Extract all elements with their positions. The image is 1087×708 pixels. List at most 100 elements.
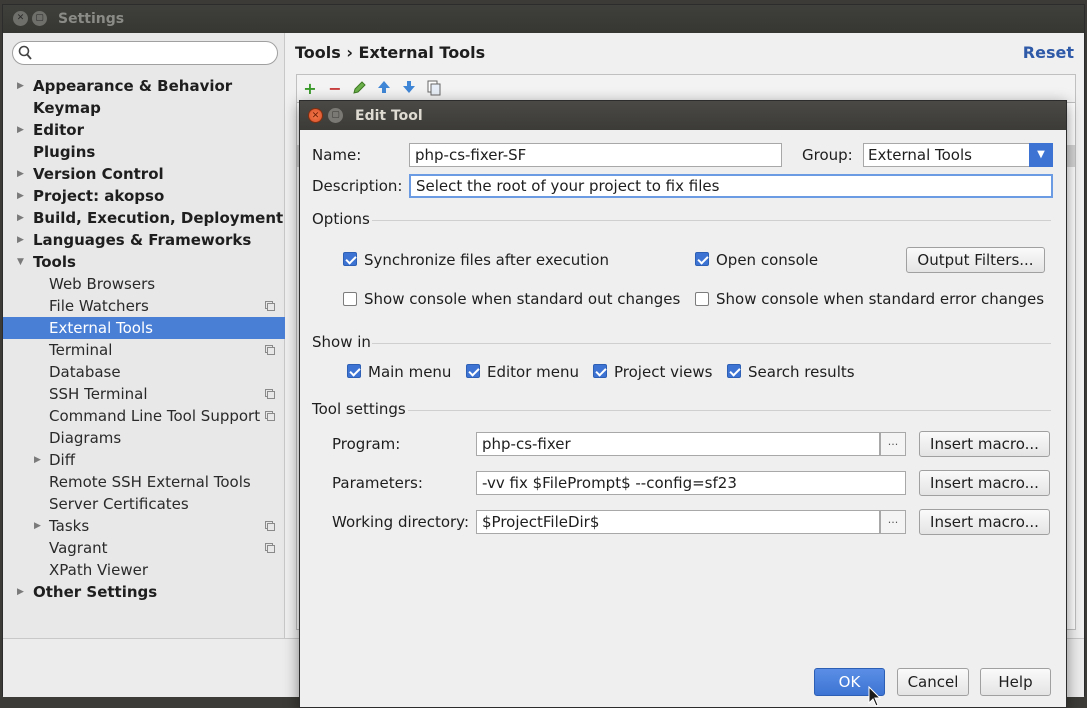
sidebar-item-label: Other Settings: [33, 583, 158, 601]
sidebar-item-terminal[interactable]: Terminal: [3, 339, 285, 361]
sidebar-item-database[interactable]: Database: [3, 361, 285, 383]
sidebar-item-remote-ssh-external-tools[interactable]: Remote SSH External Tools: [3, 471, 285, 493]
working-directory-label: Working directory:: [332, 513, 470, 531]
settings-search[interactable]: [12, 41, 278, 65]
sidebar-item-web-browsers[interactable]: Web Browsers: [3, 273, 285, 295]
editor-menu-label[interactable]: Editor menu: [487, 363, 579, 381]
editor-menu-checkbox[interactable]: [466, 364, 480, 378]
sidebar-item-label: Project: akopso: [33, 187, 165, 205]
program-field[interactable]: php-cs-fixer: [476, 432, 880, 456]
chevron-right-icon[interactable]: ▶: [17, 163, 24, 185]
open-console-label[interactable]: Open console: [716, 251, 818, 269]
options-section-title: Options: [312, 210, 370, 228]
sidebar-item-editor[interactable]: ▶ Editor: [3, 119, 285, 141]
output-filters-button[interactable]: Output Filters...: [906, 247, 1045, 273]
search-input[interactable]: [37, 44, 267, 62]
settings-close-icon[interactable]: ✕: [13, 11, 28, 26]
project-views-checkbox[interactable]: [593, 364, 607, 378]
reset-link[interactable]: Reset: [1023, 43, 1074, 62]
chevron-right-icon[interactable]: ▶: [17, 75, 24, 97]
sidebar-item-tools[interactable]: ▼ Tools: [3, 251, 285, 273]
sidebar-item-label: Vagrant: [49, 539, 108, 557]
chevron-right-icon[interactable]: ▶: [17, 207, 24, 229]
description-field[interactable]: Select the root of your project to fix f…: [409, 174, 1053, 198]
move-down-icon[interactable]: [400, 80, 418, 98]
copy-icon[interactable]: [425, 80, 443, 98]
sidebar-item-label: Web Browsers: [49, 275, 156, 293]
sidebar-item-build-execution-deployment[interactable]: ▶ Build, Execution, Deployment: [3, 207, 285, 229]
chevron-right-icon[interactable]: ▶: [34, 515, 41, 537]
sidebar-item-command-line-tool-support[interactable]: Command Line Tool Support: [3, 405, 285, 427]
sidebar-item-diff[interactable]: ▶ Diff: [3, 449, 285, 471]
remove-icon[interactable]: −: [326, 80, 344, 98]
parameters-insert-macro-button[interactable]: Insert macro...: [919, 470, 1050, 496]
show-console-out-checkbox[interactable]: [343, 292, 357, 306]
sidebar-item-label: Command Line Tool Support: [49, 407, 261, 425]
chevron-right-icon[interactable]: ▶: [34, 449, 41, 471]
sync-files-checkbox[interactable]: [343, 252, 357, 266]
sync-files-label[interactable]: Synchronize files after execution: [364, 251, 609, 269]
working-directory-insert-macro-button[interactable]: Insert macro...: [919, 509, 1050, 535]
group-label: Group:: [802, 146, 853, 164]
breadcrumb: Tools › External Tools: [295, 43, 486, 62]
project-views-label[interactable]: Project views: [614, 363, 712, 381]
sidebar-item-appearance-behavior[interactable]: ▶ Appearance & Behavior: [3, 75, 285, 97]
name-field[interactable]: php-cs-fixer-SF: [409, 143, 782, 167]
sidebar-item-languages-frameworks[interactable]: ▶ Languages & Frameworks: [3, 229, 285, 251]
settings-title: Settings: [58, 11, 125, 27]
chevron-right-icon[interactable]: ▶: [17, 229, 24, 251]
edit-icon[interactable]: [350, 80, 368, 98]
chevron-down-icon[interactable]: ▼: [1029, 143, 1053, 167]
settings-maximize-icon[interactable]: ▢: [32, 11, 47, 26]
sidebar-item-label: Appearance & Behavior: [33, 77, 233, 95]
sidebar-item-diagrams[interactable]: Diagrams: [3, 427, 285, 449]
sidebar-item-file-watchers[interactable]: File Watchers: [3, 295, 285, 317]
group-select[interactable]: External Tools ▼: [863, 143, 1053, 167]
program-insert-macro-button[interactable]: Insert macro...: [919, 431, 1050, 457]
open-console-checkbox[interactable]: [695, 252, 709, 266]
sidebar-item-external-tools[interactable]: External Tools: [3, 317, 285, 339]
sidebar-item-ssh-terminal[interactable]: SSH Terminal: [3, 383, 285, 405]
help-button[interactable]: Help: [980, 668, 1051, 696]
sidebar-item-plugins[interactable]: Plugins: [3, 141, 285, 163]
project-level-icon: [265, 389, 275, 399]
sidebar-item-label: Terminal: [49, 341, 113, 359]
show-in-divider: [372, 343, 1051, 344]
add-icon[interactable]: +: [301, 80, 319, 98]
main-menu-checkbox[interactable]: [347, 364, 361, 378]
chevron-right-icon[interactable]: ▶: [17, 185, 24, 207]
chevron-right-icon[interactable]: ▶: [17, 119, 24, 141]
move-up-icon[interactable]: [375, 80, 393, 98]
sidebar-item-xpath-viewer[interactable]: XPath Viewer: [3, 559, 285, 581]
sidebar-item-keymap[interactable]: Keymap: [3, 97, 285, 119]
sidebar-item-version-control[interactable]: ▶ Version Control: [3, 163, 285, 185]
main-menu-label[interactable]: Main menu: [368, 363, 451, 381]
parameters-field[interactable]: -vv fix $FilePrompt$ --config=sf23: [476, 471, 906, 495]
project-level-icon: [265, 543, 275, 553]
chevron-right-icon[interactable]: ▶: [17, 581, 24, 603]
project-level-icon: [265, 521, 275, 531]
show-console-out-label[interactable]: Show console when standard out changes: [364, 290, 680, 308]
cancel-button[interactable]: Cancel: [897, 668, 969, 696]
dialog-maximize-icon[interactable]: ▢: [328, 108, 343, 123]
sidebar-item-vagrant[interactable]: Vagrant: [3, 537, 285, 559]
project-level-icon: [265, 301, 275, 311]
dialog-titlebar: ✕ ▢ Edit Tool: [300, 101, 1066, 130]
parameters-label: Parameters:: [332, 474, 423, 492]
show-console-err-label[interactable]: Show console when standard error changes: [716, 290, 1044, 308]
sidebar-item-label: XPath Viewer: [49, 561, 148, 579]
chevron-down-icon[interactable]: ▼: [17, 251, 24, 273]
show-in-section-title: Show in: [312, 333, 371, 351]
sidebar-item-label: Editor: [33, 121, 84, 139]
search-results-checkbox[interactable]: [727, 364, 741, 378]
sidebar-item-server-certificates[interactable]: Server Certificates: [3, 493, 285, 515]
show-console-err-checkbox[interactable]: [695, 292, 709, 306]
dialog-close-icon[interactable]: ✕: [308, 108, 323, 123]
sidebar-item-other-settings[interactable]: ▶ Other Settings: [3, 581, 285, 603]
sidebar-item-tasks[interactable]: ▶ Tasks: [3, 515, 285, 537]
search-results-label[interactable]: Search results: [748, 363, 855, 381]
working-directory-field[interactable]: $ProjectFileDir$: [476, 510, 880, 534]
working-directory-browse-button[interactable]: ...: [880, 510, 906, 534]
sidebar-item-project-akopso[interactable]: ▶ Project: akopso: [3, 185, 285, 207]
program-browse-button[interactable]: ...: [880, 432, 906, 456]
